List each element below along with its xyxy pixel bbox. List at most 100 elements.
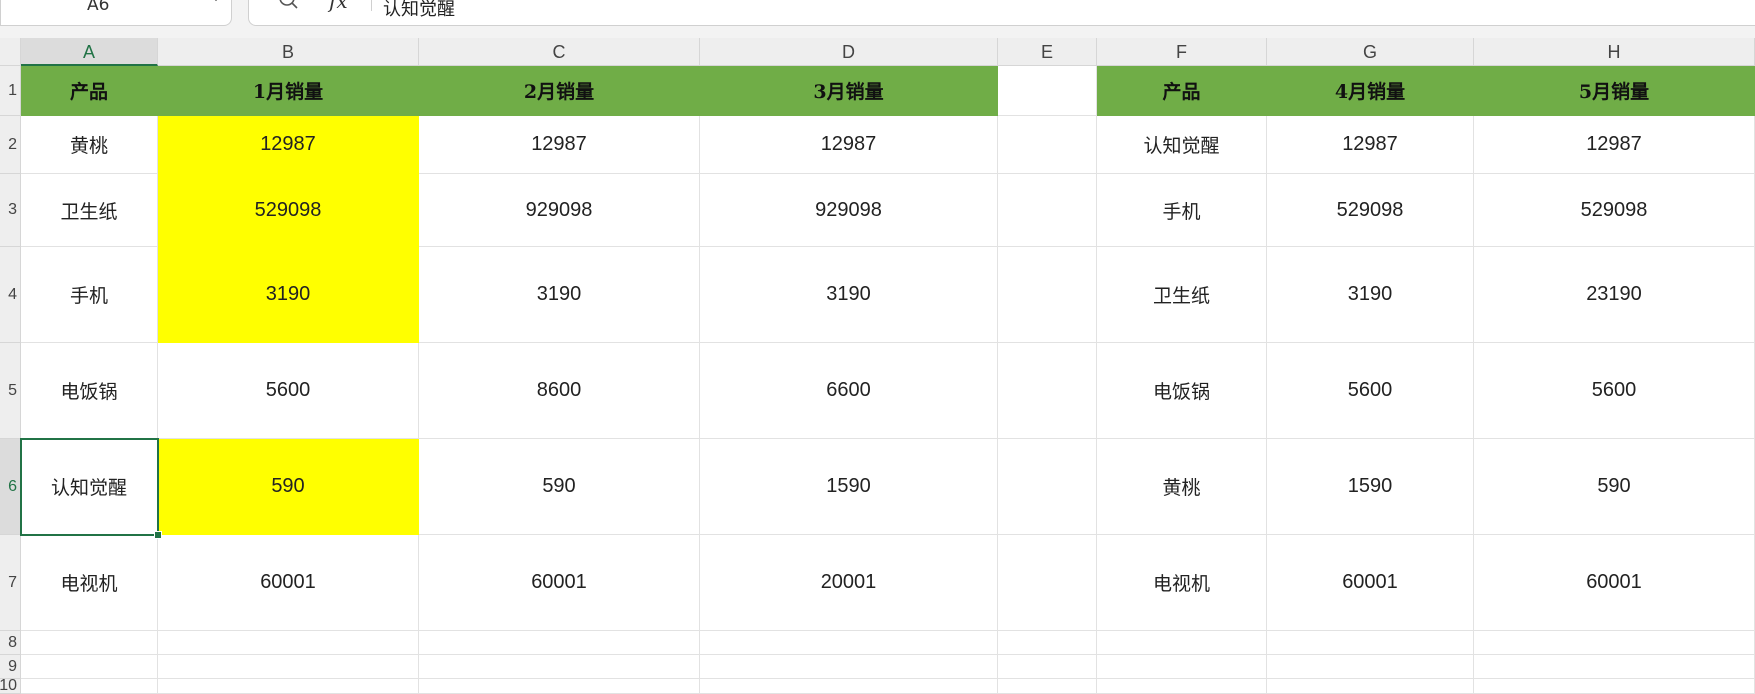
sales-cell[interactable]: 12987 [700,116,998,174]
formula-content[interactable]: 认知觉醒 [383,0,455,21]
empty-cell[interactable] [700,679,998,694]
column-header-d[interactable]: D [700,38,998,66]
empty-cell[interactable] [1097,655,1267,679]
product-cell[interactable]: 认知觉醒 [1097,116,1267,174]
sales-cell[interactable]: 6600 [700,343,998,439]
empty-cell[interactable] [158,631,419,655]
sales-cell[interactable]: 12987 [1267,116,1474,174]
empty-cell[interactable] [419,631,700,655]
zoom-out-icon[interactable] [277,0,299,11]
row-header-7[interactable]: 7 [0,535,21,631]
row-header-6[interactable]: 6 [0,439,21,535]
header-cell[interactable]: 3月销量 [700,66,998,116]
column-header-f[interactable]: F [1097,38,1267,66]
empty-cell[interactable] [998,343,1097,439]
column-header-g[interactable]: G [1267,38,1474,66]
header-cell[interactable]: 1月销量 [158,66,419,116]
product-cell[interactable]: 卫生纸 [1097,247,1267,343]
sales-cell[interactable]: 529098 [1267,174,1474,247]
row-header-8[interactable]: 8 [0,631,21,655]
header-cell[interactable]: 4月销量 [1267,66,1474,116]
formula-bar[interactable]: fx 认知觉醒 [248,0,1755,26]
empty-cell[interactable] [998,535,1097,631]
row-header-5[interactable]: 5 [0,343,21,439]
name-box[interactable]: A6 [0,0,232,26]
sales-cell[interactable]: 929098 [700,174,998,247]
empty-cell[interactable] [158,679,419,694]
chevron-down-icon[interactable] [209,0,223,5]
sales-cell[interactable]: 929098 [419,174,700,247]
row-header-4[interactable]: 4 [0,247,21,343]
empty-cell[interactable] [419,655,700,679]
sales-cell[interactable]: 20001 [700,535,998,631]
empty-cell[interactable] [700,631,998,655]
sales-cell[interactable]: 590 [158,439,419,535]
sales-cell[interactable]: 60001 [1474,535,1755,631]
product-cell[interactable]: 手机 [21,247,158,343]
sales-cell[interactable]: 590 [419,439,700,535]
sales-cell[interactable]: 5600 [1267,343,1474,439]
product-cell[interactable]: 电视机 [21,535,158,631]
empty-cell[interactable] [998,439,1097,535]
empty-cell[interactable] [1474,655,1755,679]
row-header-3[interactable]: 3 [0,174,21,247]
sales-cell[interactable]: 12987 [1474,116,1755,174]
column-header-h[interactable]: H [1474,38,1755,66]
sales-cell[interactable]: 1590 [700,439,998,535]
empty-cell[interactable] [1097,631,1267,655]
row-header-10[interactable]: 10 [0,679,21,694]
header-cell[interactable]: 2月销量 [419,66,700,116]
product-cell[interactable]: 手机 [1097,174,1267,247]
column-header-a[interactable]: A [21,38,158,66]
sales-cell[interactable]: 3190 [1267,247,1474,343]
empty-cell[interactable] [998,655,1097,679]
sales-cell[interactable]: 8600 [419,343,700,439]
product-cell[interactable]: 电饭锅 [1097,343,1267,439]
column-header-b[interactable]: B [158,38,419,66]
sales-cell[interactable]: 3190 [700,247,998,343]
empty-cell[interactable] [21,655,158,679]
empty-cell[interactable] [1267,655,1474,679]
empty-cell[interactable] [998,679,1097,694]
column-header-c[interactable]: C [419,38,700,66]
empty-cell[interactable] [1474,631,1755,655]
empty-cell[interactable] [1474,679,1755,694]
header-cell[interactable]: 产品 [1097,66,1267,116]
empty-cell[interactable] [419,679,700,694]
empty-cell[interactable] [998,631,1097,655]
empty-cell[interactable] [158,655,419,679]
product-cell[interactable]: 黄桃 [21,116,158,174]
column-header-e[interactable]: E [998,38,1097,66]
row-header-1[interactable]: 1 [0,66,21,116]
empty-cell[interactable] [700,655,998,679]
sales-cell[interactable]: 23190 [1474,247,1755,343]
sales-cell[interactable]: 529098 [1474,174,1755,247]
empty-cell[interactable] [21,631,158,655]
sales-cell[interactable]: 3190 [419,247,700,343]
empty-cell[interactable] [998,247,1097,343]
row-header-2[interactable]: 2 [0,116,21,174]
sales-cell[interactable]: 12987 [419,116,700,174]
sales-cell[interactable]: 5600 [158,343,419,439]
empty-cell[interactable] [998,66,1097,116]
select-all-corner[interactable] [0,38,21,66]
empty-cell[interactable] [1267,631,1474,655]
empty-cell[interactable] [21,679,158,694]
sales-cell[interactable]: 60001 [1267,535,1474,631]
empty-cell[interactable] [998,116,1097,174]
product-cell[interactable]: 卫生纸 [21,174,158,247]
sales-cell[interactable]: 590 [1474,439,1755,535]
product-cell[interactable]: 认知觉醒 [21,439,158,535]
empty-cell[interactable] [1097,679,1267,694]
header-cell[interactable]: 产品 [21,66,158,116]
sales-cell[interactable]: 3190 [158,247,419,343]
product-cell[interactable]: 电饭锅 [21,343,158,439]
sales-cell[interactable]: 60001 [419,535,700,631]
sales-cell[interactable]: 12987 [158,116,419,174]
fill-handle[interactable] [154,531,162,539]
sales-cell[interactable]: 60001 [158,535,419,631]
empty-cell[interactable] [1267,679,1474,694]
header-cell[interactable]: 5月销量 [1474,66,1755,116]
sales-cell[interactable]: 529098 [158,174,419,247]
row-header-9[interactable]: 9 [0,655,21,679]
